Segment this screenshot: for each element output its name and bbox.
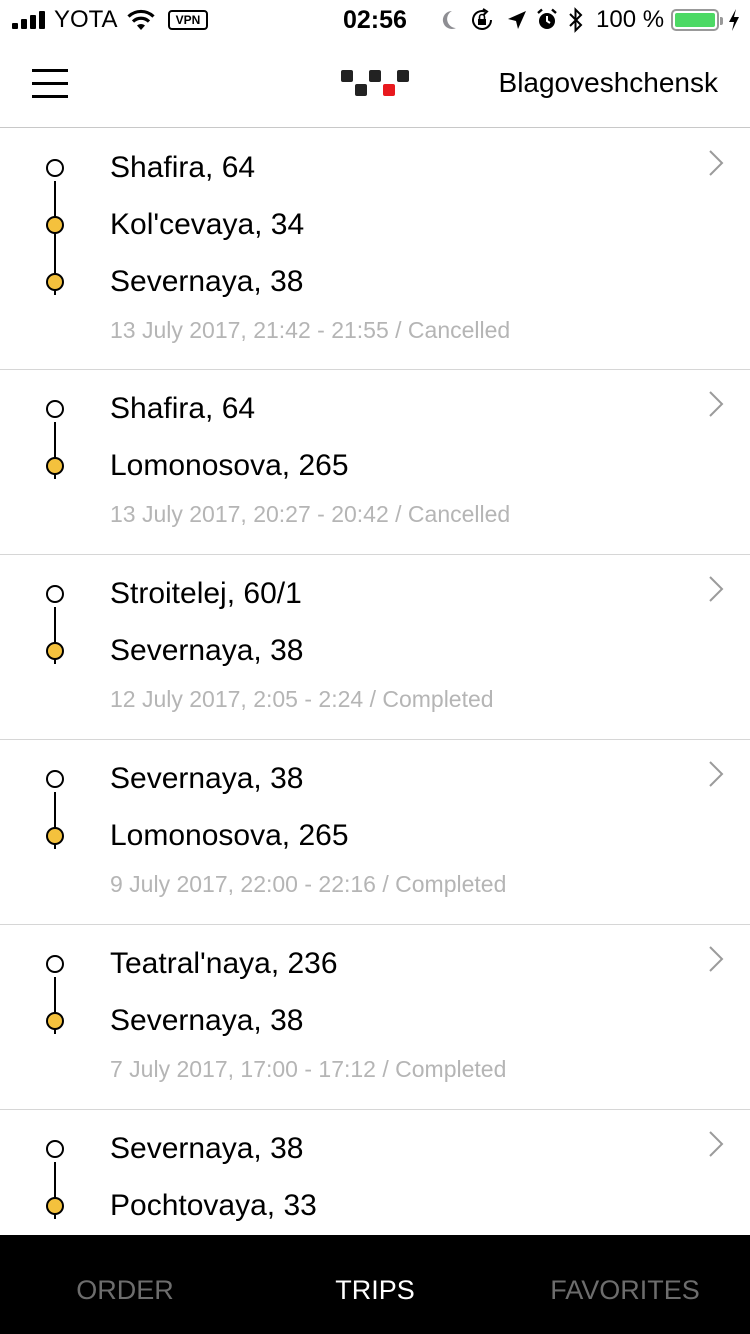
screen: YOTA VPN 02:56 100 % Blagoveshchensk Sha… [0,0,750,1334]
battery-nub [720,17,723,25]
wifi-icon [127,9,155,30]
pickup-address: Severnaya, 38 [110,762,304,795]
destination-point-icon [46,457,64,475]
trip-time-status: 13 July 2017, 20:27 - 20:42 / Cancelled [110,501,511,527]
bluetooth-icon [569,7,583,33]
trip-time-status: 9 July 2017, 22:00 - 22:16 / Completed [110,871,507,897]
tab-bar: ORDER TRIPS FAVORITES [0,1235,750,1334]
vpn-badge: VPN [168,10,208,30]
hamburger-menu-icon[interactable] [22,58,78,108]
status-time: 02:56 [343,6,407,34]
stop-address: Kol'cevaya, 34 [110,208,305,241]
trip-time-status: 7 July 2017, 17:00 - 17:12 / Completed [110,1056,507,1082]
trip-list-item[interactable]: Shafira, 64 Kol'cevaya, 34 Severnaya, 38 13… [0,129,750,370]
status-bar: YOTA VPN 02:56 100 % [0,0,750,40]
moon-icon [442,10,456,29]
battery-fill [675,13,715,27]
tab-trips[interactable]: TRIPS [250,1235,500,1334]
pickup-address: Shafira, 64 [110,151,256,184]
battery-percent: 100 % [596,6,665,33]
tab-order[interactable]: ORDER [0,1235,250,1334]
chevron-right-icon [709,761,724,787]
pickup-point-icon [46,1140,64,1158]
chevron-right-icon [709,1131,724,1157]
signal-icon [12,11,48,29]
trip-list-item[interactable]: Stroitelej, 60/1 Severnaya, 38 12 July 201… [0,555,750,740]
pickup-address: Teatral'naya, 236 [110,947,338,980]
chevron-right-icon [709,150,724,176]
stop-address: Severnaya, 38 [110,1004,304,1037]
stop-address: Severnaya, 38 [110,634,304,667]
charging-icon [729,9,739,31]
city-selector[interactable]: Blagoveshchensk [499,66,718,100]
stop-address: Pochtovaya, 33 [110,1189,317,1222]
pickup-address: Stroitelej, 60/1 [110,577,302,610]
trip-history-list[interactable]: Shafira, 64 Kol'cevaya, 34 Severnaya, 38 13… [0,129,750,1235]
trip-list-item[interactable]: Shafira, 64 Lomonosova, 265 13 July 2017, … [0,370,750,555]
destination-point-icon [46,1197,64,1215]
destination-point-icon [46,216,64,234]
stop-address: Severnaya, 38 [110,265,304,298]
trip-list-item[interactable]: Severnaya, 38 Pochtovaya, 33 [0,1110,750,1235]
chevron-right-icon [709,946,724,972]
carrier-name: YOTA [54,6,118,33]
pickup-address: Severnaya, 38 [110,1132,304,1165]
trip-list-item[interactable]: Teatral'naya, 236 Severnaya, 38 7 July 201… [0,925,750,1110]
navigation-bar: Blagoveshchensk [0,40,750,128]
tab-favorites[interactable]: FAVORITES [500,1235,750,1334]
alarm-icon [537,8,557,29]
destination-point-icon [46,273,64,291]
pickup-point-icon [46,770,64,788]
taxi-checker-logo [341,70,409,98]
chevron-right-icon [709,576,724,602]
trip-time-status: 12 July 2017, 2:05 - 2:24 / Completed [110,686,494,712]
destination-point-icon [46,1012,64,1030]
chevron-right-icon [709,391,724,417]
stop-address: Lomonosova, 265 [110,819,349,852]
destination-point-icon [46,827,64,845]
battery-icon [671,9,723,31]
destination-point-icon [46,642,64,660]
pickup-point-icon [46,955,64,973]
stop-address: Lomonosova, 265 [110,449,349,482]
trip-list-item[interactable]: Severnaya, 38 Lomonosova, 265 9 July 2017,… [0,740,750,925]
trip-time-status: 13 July 2017, 21:42 - 21:55 / Cancelled [110,317,511,343]
location-icon [508,11,526,29]
pickup-address: Shafira, 64 [110,392,256,425]
pickup-point-icon [46,159,64,177]
pickup-point-icon [46,585,64,603]
rotation-lock-icon [472,8,492,30]
pickup-point-icon [46,400,64,418]
